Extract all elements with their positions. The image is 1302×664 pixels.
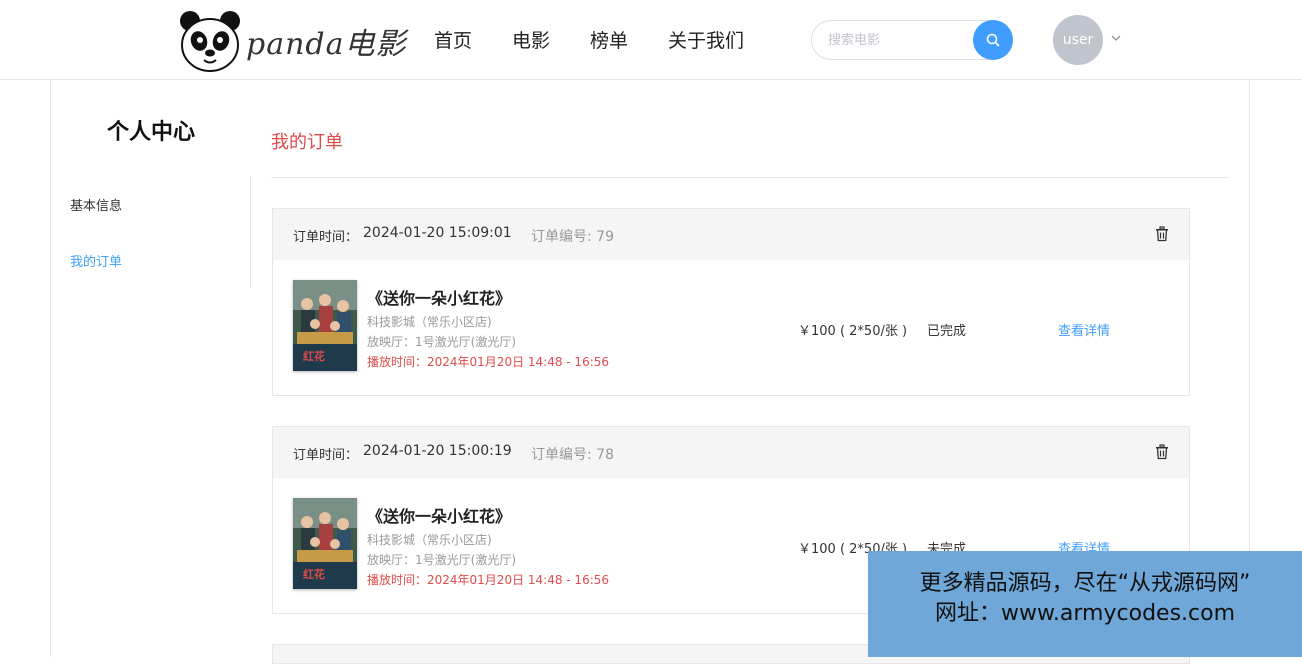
search-input[interactable] <box>826 30 966 50</box>
order-time: 2024-01-20 15:09:01 <box>363 225 512 241</box>
svg-text:红花: 红花 <box>303 567 325 581</box>
divider <box>271 177 1229 178</box>
sidebar-menu: 基本信息 我的订单 <box>51 176 251 288</box>
site-logo[interactable]: panda电影 <box>178 8 418 74</box>
watermark-banner: 更多精品源码，尽在“从戎源码网” 网址：www.armycodes.com <box>868 551 1302 657</box>
search-button[interactable] <box>973 20 1013 60</box>
sidebar-item-basic-info[interactable]: 基本信息 <box>70 195 122 214</box>
trash-icon[interactable] <box>1155 444 1169 460</box>
chevron-down-icon[interactable] <box>1110 32 1122 44</box>
hall-name: 放映厅：1号激光厅(激光厅) <box>367 553 516 567</box>
order-time-label: 订单时间： <box>293 230 359 245</box>
order-price: ￥100 ( 2*50/张 ) <box>798 324 908 339</box>
watermark-line-2: 网址：www.armycodes.com <box>934 601 1236 626</box>
movie-title[interactable]: 《送你一朵小红花》 <box>367 503 511 527</box>
search-box <box>811 20 1013 60</box>
cinema-name: 科技影城（常乐小区店) <box>367 315 492 329</box>
panda-logo-icon <box>178 9 242 73</box>
trash-icon[interactable] <box>1155 226 1169 242</box>
search-icon <box>986 33 1000 47</box>
svg-text:红花: 红花 <box>303 349 325 363</box>
top-header: panda电影 首页 电影 榜单 关于我们 user <box>0 0 1302 80</box>
nav-movies[interactable]: 电影 <box>512 26 550 53</box>
order-number: 订单编号: 79 <box>531 229 614 245</box>
hall-name: 放映厅：1号激光厅(激光厅) <box>367 335 516 349</box>
nav-home[interactable]: 首页 <box>434 26 472 53</box>
main-nav: 首页 电影 榜单 关于我们 <box>434 26 784 53</box>
order-header: 订单时间： 2024-01-20 15:00:19 订单编号: 78 <box>273 427 1189 478</box>
order-time-label: 订单时间： <box>293 448 359 463</box>
order-time: 2024-01-20 15:00:19 <box>363 443 512 459</box>
sidebar-title: 个人中心 <box>106 120 195 145</box>
view-details-link[interactable]: 查看详情 <box>1058 320 1110 339</box>
movie-title[interactable]: 《送你一朵小红花》 <box>367 285 511 309</box>
sidebar-item-my-orders[interactable]: 我的订单 <box>70 251 122 270</box>
nav-rankings[interactable]: 榜单 <box>590 26 628 53</box>
order-number: 订单编号: 78 <box>531 447 614 463</box>
order-header: 订单时间： 2024-01-20 15:09:01 订单编号: 79 <box>273 209 1189 260</box>
movie-poster[interactable]: 红花 <box>293 280 357 371</box>
status-badge: 已完成 <box>927 324 967 339</box>
movie-poster[interactable]: 红花 <box>293 498 357 589</box>
page-title: 我的订单 <box>271 132 343 153</box>
watermark-line-1: 更多精品源码，尽在“从戎源码网” <box>919 571 1251 596</box>
order-card: 订单时间： 2024-01-20 15:09:01 订单编号: 79 红花 《送… <box>272 208 1190 396</box>
logo-text: panda电影 <box>246 27 407 62</box>
nav-about[interactable]: 关于我们 <box>668 26 744 53</box>
user-avatar[interactable]: user <box>1053 15 1103 65</box>
showtime: 播放时间：2024年01月20日 14:48 - 16:56 <box>367 355 610 369</box>
cinema-name: 科技影城（常乐小区店) <box>367 533 492 547</box>
showtime: 播放时间：2024年01月20日 14:48 - 16:56 <box>367 573 610 587</box>
